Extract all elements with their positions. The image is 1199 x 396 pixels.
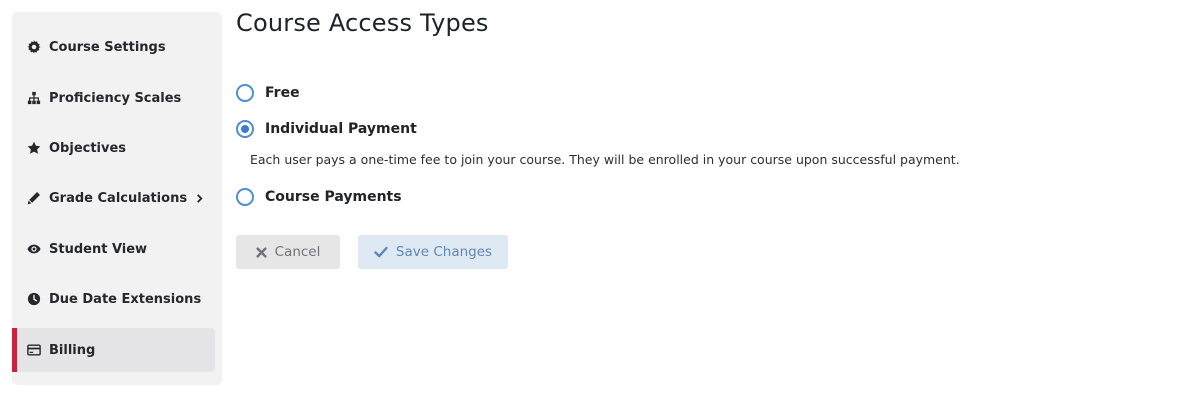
- sidebar-item-label: Billing: [49, 342, 96, 358]
- radio-selected-dot: [241, 125, 249, 133]
- sidebar-item-due-date-extensions[interactable]: Due Date Extensions: [12, 277, 215, 321]
- eye-icon: [27, 242, 41, 256]
- sidebar-item-label: Student View: [49, 241, 148, 257]
- radio-label: Free: [265, 85, 300, 101]
- sidebar-item-student-view[interactable]: Student View: [12, 227, 215, 271]
- access-type-course-payments-radio[interactable]: Course Payments: [236, 187, 402, 207]
- sidebar-item-course-settings[interactable]: Course Settings: [12, 25, 215, 69]
- radio-label: Individual Payment: [265, 121, 417, 137]
- credit-card-icon: [27, 343, 41, 357]
- radio-label: Course Payments: [265, 189, 402, 205]
- radio-button[interactable]: [236, 84, 254, 102]
- clock-icon: [27, 292, 41, 306]
- access-type-free-radio[interactable]: Free: [236, 83, 300, 103]
- access-type-individual-payment-radio[interactable]: Individual Payment: [236, 119, 417, 139]
- star-icon: [27, 141, 41, 155]
- cancel-button-label: Cancel: [274, 244, 321, 260]
- chevron-right-icon: [195, 193, 204, 203]
- check-icon: [374, 246, 388, 258]
- pencil-icon: [27, 191, 41, 205]
- sidebar-item-label: Objectives: [49, 140, 127, 156]
- radio-button-selected[interactable]: [236, 120, 254, 138]
- option-description: Each user pays a one-time fee to join yo…: [250, 152, 960, 167]
- sidebar-item-label: Grade Calculations: [49, 190, 188, 206]
- gear-icon: [27, 40, 41, 54]
- sidebar-item-objectives[interactable]: Objectives: [12, 126, 215, 170]
- sidebar-item-grade-calculations[interactable]: Grade Calculations: [12, 176, 215, 220]
- save-changes-button[interactable]: Save Changes: [358, 235, 508, 269]
- save-button-label: Save Changes: [395, 244, 493, 260]
- sidebar-item-label: Due Date Extensions: [49, 291, 202, 307]
- sidebar-item-label: Course Settings: [49, 39, 166, 55]
- cancel-button[interactable]: Cancel: [236, 235, 340, 269]
- radio-button[interactable]: [236, 188, 254, 206]
- sidebar-item-label: Proficiency Scales: [49, 90, 182, 106]
- close-icon: [256, 246, 267, 258]
- sidebar-item-proficiency-scales[interactable]: Proficiency Scales: [12, 76, 215, 120]
- sidebar-item-billing[interactable]: Billing: [12, 328, 215, 372]
- page-title: Course Access Types: [236, 9, 489, 37]
- sitemap-icon: [27, 91, 41, 105]
- settings-sidebar: Course Settings Proficiency Scales Objec…: [12, 12, 222, 385]
